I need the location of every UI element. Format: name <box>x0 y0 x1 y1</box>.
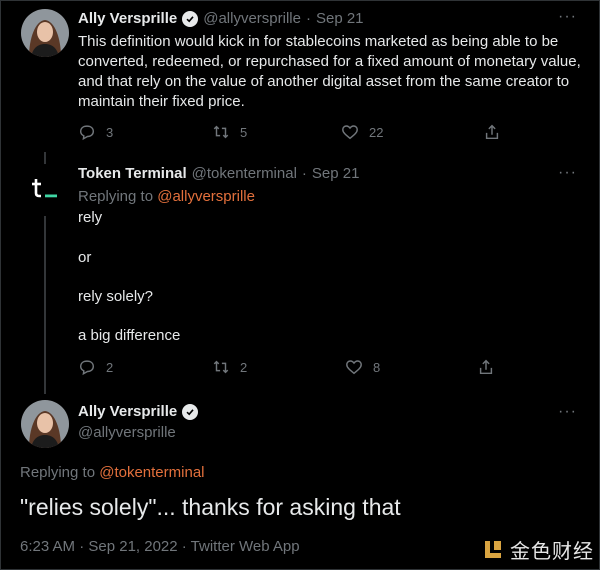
retweet-icon <box>213 125 229 139</box>
tweet-paragraph: rely solely? <box>78 288 154 305</box>
like-button[interactable]: 22 <box>341 123 483 141</box>
watermark-logo-icon <box>485 540 501 558</box>
thread-connector-line <box>44 216 46 394</box>
reply-icon <box>79 125 95 141</box>
watermark: 金色财经 <box>482 535 594 564</box>
tweet-paragraph: rely <box>78 209 103 226</box>
username[interactable]: @allyversprille <box>78 423 176 443</box>
separator-dot: · <box>305 10 311 27</box>
more-options-icon[interactable]: ··· <box>558 8 577 26</box>
verified-badge-icon <box>182 10 199 27</box>
retweet-count: 2 <box>240 359 248 375</box>
display-name[interactable]: Ally Versprille <box>78 403 177 420</box>
timestamp[interactable]: Sep 21 <box>316 10 364 27</box>
separator-dot: · <box>301 165 307 182</box>
reply-button[interactable]: 2 <box>78 358 212 376</box>
more-options-icon[interactable]: ··· <box>558 164 577 182</box>
replying-to-label: Replying to <box>78 188 158 205</box>
username[interactable]: @allyversprille <box>203 10 301 27</box>
tweet-header: Ally Versprille @allyversprille · Sep 21 <box>78 10 364 27</box>
display-name[interactable]: Token Terminal <box>78 165 187 182</box>
avatar-photo-icon <box>21 9 69 57</box>
focused-tweet-text: "relies solely"... thanks for asking tha… <box>20 494 401 520</box>
retweet-button[interactable]: 5 <box>212 123 341 141</box>
tweet-actions: 3 5 22 <box>78 123 501 141</box>
like-button[interactable]: 8 <box>345 358 477 376</box>
reply-button[interactable]: 3 <box>78 123 212 141</box>
more-options-icon[interactable]: ··· <box>558 403 577 421</box>
share-icon <box>479 359 493 375</box>
share-icon <box>485 124 499 140</box>
replying-to-line: Replying to @allyversprille <box>78 187 255 207</box>
verified-badge-icon <box>182 403 199 420</box>
share-button[interactable] <box>483 123 501 141</box>
reply-count: 3 <box>106 124 114 140</box>
avatar[interactable] <box>21 9 69 57</box>
retweet-button[interactable]: 2 <box>212 358 345 376</box>
replying-to-label: Replying to <box>20 464 100 481</box>
token-terminal-logo-icon <box>32 179 57 198</box>
username[interactable]: @tokenterminal <box>192 165 297 182</box>
tweet-metadata[interactable]: 6:23 AM · Sep 21, 2022 · Twitter Web App <box>20 538 300 555</box>
reply-icon <box>79 360 95 376</box>
like-count: 22 <box>369 124 384 140</box>
display-name[interactable]: Ally Versprille <box>78 10 177 27</box>
tweet-header: Ally Versprille <box>78 403 199 420</box>
share-button[interactable] <box>477 358 495 376</box>
tweet-text: This definition would kick in for stable… <box>78 33 581 110</box>
avatar[interactable] <box>21 400 69 448</box>
heart-icon <box>346 360 362 375</box>
retweet-count: 5 <box>240 124 248 140</box>
replying-to-line: Replying to @tokenterminal <box>20 463 205 483</box>
mention-link[interactable]: @tokenterminal <box>99 464 204 481</box>
retweet-icon <box>213 360 229 374</box>
like-count: 8 <box>373 359 381 375</box>
tweet-paragraph: or <box>78 249 92 266</box>
reply-count: 2 <box>106 359 114 375</box>
tweet-header: Token Terminal @tokenterminal · Sep 21 <box>78 165 359 182</box>
watermark-text: 金色财经 <box>510 541 594 563</box>
heart-icon <box>342 125 358 140</box>
timestamp[interactable]: Sep 21 <box>312 165 360 182</box>
tweet-actions: 2 2 8 <box>78 358 495 376</box>
avatar-photo-icon <box>21 400 69 448</box>
avatar[interactable] <box>21 164 69 212</box>
tweet-paragraph: a big difference <box>78 327 181 344</box>
mention-link[interactable]: @allyversprille <box>157 188 255 205</box>
